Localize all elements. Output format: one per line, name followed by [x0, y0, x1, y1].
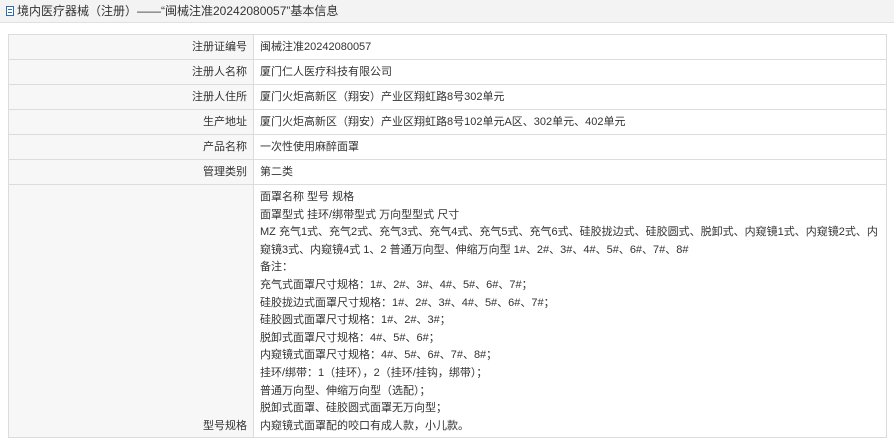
row-model-spec: 型号规格 面罩名称 型号 规格 面罩型式 挂环/绑带型式 万向型型式 尺寸 MZ…	[8, 183, 887, 439]
field-label: 注册人住所	[8, 84, 254, 110]
spec-line: 内窥镜式面罩尺寸规格：4#、5#、6#、7#、8#；	[260, 349, 498, 362]
page-title: 境内医疗器械（注册）——“闽械注准20242080057”基本信息	[17, 4, 339, 18]
field-value: 厦门火炬高新区（翔安）产业区翔虹路8号102单元A区、302单元、402单元	[253, 109, 887, 135]
row-product-name: 产品名称 一次性使用麻醉面罩	[8, 134, 887, 160]
info-table: 注册证编号 闽械注准20242080057 注册人名称 厦门仁人医疗科技有限公司…	[8, 34, 887, 439]
field-label: 型号规格	[8, 183, 254, 439]
field-value: 厦门火炬高新区（翔安）产业区翔虹路8号302单元	[253, 84, 887, 110]
field-value: 厦门仁人医疗科技有限公司	[253, 59, 887, 85]
field-label: 注册证编号	[8, 34, 254, 60]
spec-line: 挂环/绑带：1（挂环），2（挂环/挂钩，绑带）；	[260, 366, 488, 379]
spec-line: 脱卸式面罩、硅胶圆式面罩无万向型；	[260, 402, 447, 415]
spec-line: 普通万向型、伸缩万向型（选配）；	[260, 384, 431, 397]
page-header: 境内医疗器械（注册）——“闽械注准20242080057”基本信息	[0, 0, 894, 23]
row-registrant-address: 注册人住所 厦门火炬高新区（翔安）产业区翔虹路8号302单元	[8, 84, 887, 110]
field-label: 生产地址	[8, 109, 254, 135]
field-label: 注册人名称	[8, 59, 254, 85]
row-registrant-name: 注册人名称 厦门仁人医疗科技有限公司	[8, 59, 887, 85]
spec-line: 脱卸式面罩尺寸规格：4#、5#、6#；	[260, 331, 440, 344]
spec-line: 面罩型式 挂环/绑带型式 万向型型式 尺寸	[260, 208, 460, 221]
row-registration-number: 注册证编号 闽械注准20242080057	[8, 34, 887, 60]
spec-line: 充气式面罩尺寸规格：1#、2#、3#、4#、5#、6#、7#；	[260, 278, 533, 291]
spec-line: 面罩名称 型号 规格	[260, 191, 355, 203]
spec-line: 硅胶圆式面罩尺寸规格：1#、2#、3#；	[260, 314, 451, 327]
document-icon	[6, 6, 14, 16]
spec-line: 硅胶拢边式面罩尺寸规格：1#、2#、3#、4#、5#、6#、7#；	[260, 296, 555, 309]
field-value: 面罩名称 型号 规格 面罩型式 挂环/绑带型式 万向型型式 尺寸 MZ 充气1式…	[253, 183, 887, 439]
field-value: 闽械注准20242080057	[253, 34, 887, 60]
field-label: 管理类别	[8, 159, 254, 185]
field-value: 第二类	[253, 159, 887, 185]
spec-line: 备注：	[260, 261, 293, 274]
row-production-address: 生产地址 厦门火炬高新区（翔安）产业区翔虹路8号102单元A区、302单元、40…	[8, 109, 887, 135]
spec-line: MZ 充气1式、充气2式、充气3式、充气4式、充气5式、充气6式、硅胶拢边式、硅…	[260, 226, 878, 256]
field-value: 一次性使用麻醉面罩	[253, 134, 887, 160]
spec-line: 内窥镜式面罩配的咬口有成人款，小儿款。	[260, 419, 469, 432]
field-label: 产品名称	[8, 134, 254, 160]
row-management-category: 管理类别 第二类	[8, 159, 887, 185]
